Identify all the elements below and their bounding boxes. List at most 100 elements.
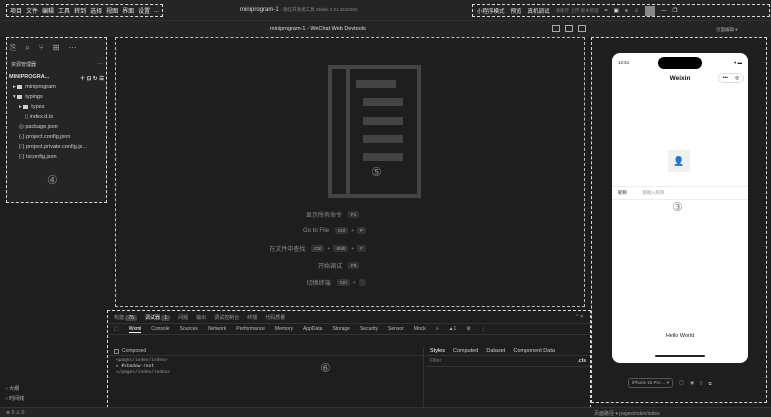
menu-view[interactable]: 视图 <box>106 6 118 15</box>
tab-appdata[interactable]: AppData <box>303 326 322 332</box>
notification-icon[interactable]: ♤ <box>634 8 639 14</box>
tab-computed[interactable]: Computed <box>453 348 478 354</box>
tab-terminal[interactable]: 终端 <box>247 314 257 321</box>
menu-project[interactable]: 项目 <box>10 6 22 15</box>
tab-storage[interactable]: Storage <box>332 326 350 332</box>
explorer-more-icon[interactable]: ⋯ <box>98 61 103 68</box>
tab-network[interactable]: Network <box>208 326 226 332</box>
tree-item-project-config[interactable]: {·} project.config.json <box>7 132 106 142</box>
maximize-icon[interactable]: ❐ <box>672 8 677 14</box>
files-icon[interactable]: ⎘ <box>10 43 16 53</box>
extensions-icon[interactable]: ⊞ <box>53 43 60 53</box>
more-icon[interactable]: ••• <box>723 75 728 81</box>
tree-item-index-dts[interactable]: ▯ index.d.ts <box>7 112 106 122</box>
tab-debugger[interactable]: 调试器 1 <box>145 314 171 321</box>
tab-debug-console[interactable]: 调试控制台 <box>214 314 239 321</box>
close-mini-icon[interactable]: ◎ <box>735 75 739 81</box>
tab-sensor[interactable]: Sensor <box>388 326 404 332</box>
tab-dataset[interactable]: Dataset <box>486 348 505 354</box>
code-line[interactable]: </pages/index/index> <box>116 370 415 376</box>
avatar-button[interactable]: 👤 <box>668 150 690 172</box>
more-icon[interactable]: ⋯ <box>68 43 76 53</box>
tree-item-miniprogram[interactable]: ▸ miniprogram <box>7 82 106 92</box>
nickname-row: 昵称 请输入昵称 <box>612 186 748 200</box>
menu-interface[interactable]: 界面 <box>122 6 134 15</box>
menu-more[interactable]: ... <box>154 8 159 14</box>
shortcut-label: Go to File <box>303 227 330 234</box>
tab-security[interactable]: Security <box>360 326 378 332</box>
logo-bar <box>346 69 350 194</box>
tab-mock[interactable]: Mock <box>414 326 426 332</box>
tab-styles[interactable]: Styles <box>430 348 445 354</box>
timeline-item[interactable]: › 时间线 <box>6 394 24 404</box>
tab-performance[interactable]: Performance <box>236 326 265 332</box>
tab-sources[interactable]: Sources <box>180 326 198 332</box>
page-path[interactable]: 页面路径 ▾ pages/index/index <box>594 410 660 417</box>
menu-settings[interactable]: 设置 <box>138 6 150 15</box>
filter-input[interactable]: Filter <box>430 358 441 364</box>
gear-icon[interactable]: ⚙ <box>466 326 470 332</box>
avatar[interactable] <box>644 5 655 16</box>
filter-icon[interactable]: ≈ <box>605 8 608 14</box>
tab-component-data[interactable]: Component Data <box>513 348 555 354</box>
composed-toggle[interactable]: Composed <box>108 347 423 356</box>
toggle-simulator-icon[interactable] <box>552 25 560 32</box>
simulator-toolbar: iPhone 15 Pro ... ▾ ◯ ◉ ▯ ⧉ <box>628 378 712 388</box>
page-edit-control[interactable]: 页面编辑 ▾ <box>716 27 738 33</box>
tab-memory[interactable]: Memory <box>275 326 293 332</box>
tree-item-types[interactable]: ▸ types <box>7 102 106 112</box>
tab-code-quality[interactable]: 代码质量 <box>265 314 285 321</box>
record-icon[interactable]: ◯ <box>679 380 684 386</box>
tab-wxml[interactable]: Wxml <box>128 326 142 333</box>
list-icon[interactable]: ≡ <box>625 8 628 14</box>
menu-goto[interactable]: 转到 <box>74 6 86 15</box>
wxml-code: <pages/index/index> ▸ #shadow-root </pag… <box>108 356 423 378</box>
tree-item-tsconfig[interactable]: {·} tsconfig.json <box>7 152 106 162</box>
source-control-icon[interactable]: ⑂ <box>39 43 44 53</box>
tree-item-package-json[interactable]: ◎ package.json <box>7 122 106 132</box>
tab-console[interactable]: Console <box>151 326 169 332</box>
tree-item-project-private-config[interactable]: {·} project.private.config.js... <box>7 142 106 152</box>
mode-select[interactable]: 小程序模式 <box>477 7 505 15</box>
real-debug-button[interactable]: 真机调试 <box>528 7 550 15</box>
panel-controls[interactable]: ^ ✕ <box>576 314 584 320</box>
toggle-debugger-icon[interactable] <box>578 25 586 32</box>
tab-problems[interactable]: 问题 <box>178 314 188 321</box>
screenshot-icon[interactable]: ⧉ <box>709 381 712 386</box>
toggle-editor-icon[interactable] <box>565 25 573 32</box>
preview-button[interactable]: 预览 <box>511 7 522 15</box>
layout-icon[interactable]: ▣ <box>614 8 619 14</box>
outline-item[interactable]: › 大纲 <box>6 384 24 394</box>
minimize-icon[interactable]: — <box>661 8 667 14</box>
capsule-menu[interactable]: ••• ◎ <box>718 73 744 83</box>
tree-item-typings[interactable]: ▾ typings <box>7 92 106 102</box>
shortcut-label: 切换终端 <box>306 281 331 287</box>
more-tabs-icon[interactable]: » <box>436 326 439 332</box>
device-select[interactable]: iPhone 15 Pro ... ▾ <box>628 378 674 388</box>
problems-count[interactable]: ⊗ 0 ⚠ 0 <box>6 410 24 416</box>
menu-tools[interactable]: 工具 <box>58 6 70 15</box>
project-root[interactable]: MINIPROGRA... ＋ ⊡ ↻ ☰ <box>7 68 106 82</box>
region-marker-5: ⑤ <box>371 165 382 179</box>
person-icon: 👤 <box>673 155 685 166</box>
menu-file[interactable]: 文件 <box>26 6 38 15</box>
search-icon[interactable]: ⌕ <box>25 43 29 53</box>
status-time: 12:51 <box>618 60 630 65</box>
target-icon[interactable]: ◉ <box>690 380 694 386</box>
window-title-suffix: - 微信开发者工具 Stable 2.01.2510280 <box>280 7 358 12</box>
composed-checkbox[interactable] <box>114 348 119 354</box>
tab-build[interactable]: 构建 75 <box>114 314 137 321</box>
nickname-input[interactable]: 请输入昵称 <box>642 190 665 196</box>
phone-icon[interactable]: ▯ <box>700 380 702 386</box>
kebab-icon[interactable]: ⋮ <box>481 326 486 332</box>
home-indicator <box>655 355 705 357</box>
menu-select[interactable]: 选择 <box>90 6 102 15</box>
tab-output[interactable]: 输出 <box>196 314 206 321</box>
shortcut-label: 在文件中查找 <box>269 247 306 253</box>
root-actions[interactable]: ＋ ⊡ ↻ ☰ <box>80 74 104 82</box>
menu-edit[interactable]: 编辑 <box>42 6 54 15</box>
warning-icon[interactable]: ▲1 <box>449 326 457 332</box>
menu-bar: 项目 文件 编辑 工具 转到 选择 视图 界面 设置 ... <box>6 4 164 17</box>
inspect-icon[interactable]: ⬚ <box>114 326 119 332</box>
cls-button[interactable]: .cls <box>578 358 586 364</box>
